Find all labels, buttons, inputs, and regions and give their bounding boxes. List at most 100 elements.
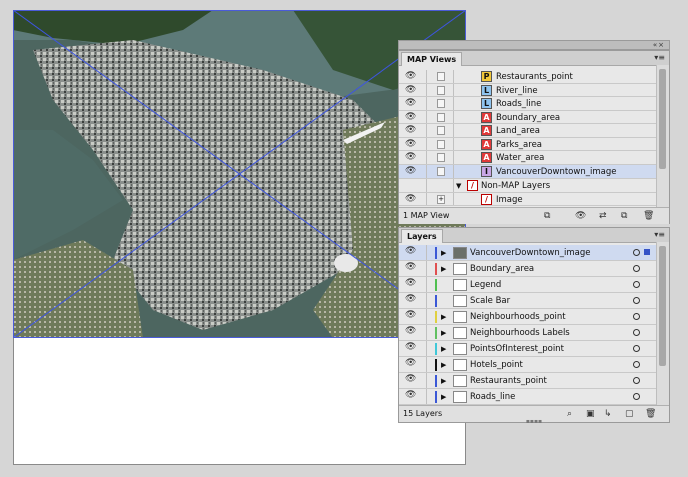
target-circle-icon[interactable] [633,281,640,288]
eye-icon[interactable]: 👁 [405,263,417,272]
page-icon[interactable] [437,72,445,81]
layers-panel: Layers ▾≡ 👁 ▶ VancouverDowntown_image 👁 … [398,227,670,425]
layer-row[interactable]: 👁 ▶ Boundary_area [399,261,657,277]
selection-indicator[interactable] [644,249,650,255]
eye-icon[interactable]: 👁 [405,139,417,149]
eye-icon[interactable]: 👁 [405,311,417,320]
map-view-row[interactable]: 👁 L River_line [399,83,657,97]
search-icon[interactable]: ⌕ [567,409,572,419]
layer-row[interactable]: 👁 ▶ Hotels_point [399,357,657,373]
page-icon[interactable] [437,153,445,162]
line-layer-badge-icon: L [481,84,492,96]
layer-row[interactable]: 👁 ▶ Restaurants_point [399,373,657,389]
map-views-scrollbar[interactable] [656,65,669,207]
add-icon[interactable]: + [437,194,445,204]
layer-label: Roads_line [470,392,516,402]
eye-icon[interactable]: 👁 [405,247,417,256]
double-chevron-icon[interactable]: «× [653,41,665,49]
eye-icon[interactable]: 👁 [405,112,417,122]
map-view-row-selected[interactable]: 👁 I VancouverDowntown_image [399,165,657,179]
clipping-mask-icon[interactable]: ▣ [586,409,595,419]
page-icon[interactable] [437,167,445,176]
expand-triangle-icon[interactable]: ▶ [441,360,446,370]
scroll-thumb[interactable] [659,246,666,366]
page-icon[interactable] [437,99,445,108]
layers-stack-icon[interactable]: ⧉ [544,211,550,221]
area-layer-badge-icon: A [481,125,492,136]
expand-triangle-icon[interactable]: ▶ [441,376,446,386]
target-circle-icon[interactable] [633,249,640,256]
target-circle-icon[interactable] [633,393,640,400]
eye-icon[interactable]: 👁 [405,72,417,81]
panel-dock-header[interactable]: «× [398,40,670,50]
layer-thumbnail [453,343,467,355]
target-circle-icon[interactable] [633,345,640,352]
scroll-thumb[interactable] [659,69,666,169]
swap-icon[interactable]: ⇄ [599,211,607,221]
layer-row[interactable]: 👁 ▶ PointsOfInterest_point [399,341,657,357]
expand-triangle-icon[interactable]: ▼ [456,181,461,191]
layer-row[interactable]: 👁 ▶ Roads_line [399,389,657,405]
eye-icon[interactable]: 👁 [405,194,417,204]
map-view-row[interactable]: 👁 A Parks_area [399,137,657,151]
layer-row-selected[interactable]: 👁 ▶ VancouverDowntown_image [399,245,657,261]
map-views-tab[interactable]: MAP Views [401,52,463,66]
page-icon[interactable] [437,85,445,95]
eye-icon[interactable]: 👁 [405,343,417,352]
hamburger-icon[interactable]: ▾≡ [654,230,665,239]
eye-icon[interactable]: 👁 [405,85,417,95]
layer-row[interactable]: 👁 Legend [399,277,657,293]
image-row[interactable]: 👁 + / Image [399,192,657,206]
no-fill-icon: / [467,180,478,191]
layers-list: 👁 ▶ VancouverDowntown_image 👁 ▶ Boundary… [399,245,657,405]
eye-icon[interactable]: 👁 [405,295,417,304]
layer-label: VancouverDowntown_image [470,248,591,258]
eye-icon[interactable]: 👁 [405,153,417,162]
eye-icon[interactable]: 👁 [405,126,417,135]
expand-triangle-icon[interactable]: ▶ [441,248,446,258]
eye-icon[interactable]: 👁 [405,327,417,336]
expand-triangle-icon[interactable]: ▶ [441,328,446,338]
page-icon[interactable] [437,139,445,149]
target-circle-icon[interactable] [633,329,640,336]
map-view-row[interactable]: 👁 A Water_area [399,151,657,165]
target-circle-icon[interactable] [633,377,640,384]
layer-row[interactable]: 👁 ▶ Neighbourhoods_point [399,309,657,325]
map-view-row[interactable]: 👁 A Boundary_area [399,110,657,124]
non-map-group-row[interactable]: ▼ / Non-MAP Layers [399,179,657,193]
eye-icon[interactable]: 👁 [405,99,417,108]
layer-row[interactable]: 👁 Scale Bar [399,293,657,309]
layers-tab[interactable]: Layers [401,229,443,243]
eye-icon[interactable]: 👁 [405,359,417,368]
expand-triangle-icon[interactable]: ▶ [441,344,446,354]
target-circle-icon[interactable] [633,265,640,272]
expand-triangle-icon[interactable]: ▶ [441,312,446,322]
hamburger-icon[interactable]: ▾≡ [654,53,665,62]
map-view-row[interactable]: 👁 A Land_area [399,124,657,138]
new-layer-icon[interactable]: ▢ [625,409,634,419]
trash-icon[interactable]: 🗑 [643,211,654,221]
layers-scrollbar[interactable] [656,242,669,405]
resize-grip[interactable]: ▪▪▪▪ [399,419,669,425]
eye-icon[interactable]: 👁 [405,375,417,384]
page-icon[interactable] [437,126,445,135]
expand-triangle-icon[interactable]: ▶ [441,264,446,274]
layer-thumbnail [453,263,467,275]
map-view-label: Boundary_area [496,112,561,123]
trash-icon[interactable]: 🗑 [645,409,656,419]
eye-icon[interactable]: 👁 [405,391,417,400]
layer-label: Neighbourhoods Labels [470,328,570,338]
duplicate-icon[interactable]: ⧉ [621,211,627,221]
visibility-options-icon[interactable]: 👁 [575,211,586,221]
expand-triangle-icon[interactable]: ▶ [441,392,446,402]
page-icon[interactable] [437,112,445,122]
layer-row[interactable]: 👁 ▶ Neighbourhoods Labels [399,325,657,341]
eye-icon[interactable]: 👁 [405,167,417,176]
map-view-row[interactable]: 👁 L Roads_line [399,97,657,111]
target-circle-icon[interactable] [633,313,640,320]
target-circle-icon[interactable] [633,361,640,368]
target-circle-icon[interactable] [633,297,640,304]
map-view-row[interactable]: 👁 P Restaurants_point [399,70,657,84]
sublayer-icon[interactable]: ↳ [604,409,612,419]
eye-icon[interactable]: 👁 [405,279,417,288]
